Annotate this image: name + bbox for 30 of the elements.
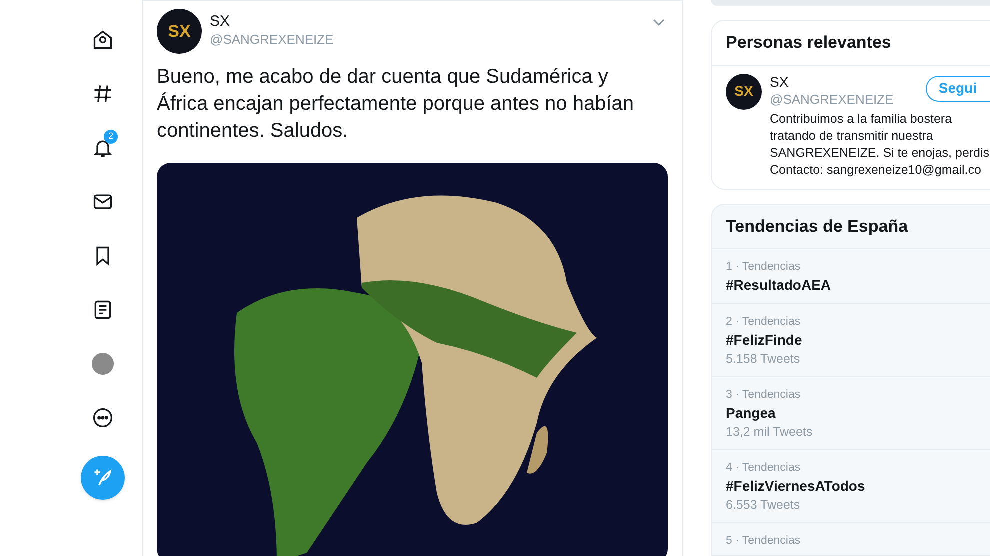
tweet-text: Bueno, me acabo de dar cuenta que Sudamérica y África encajan perfectamente porque antes no habían continentes. Saludos. [157, 65, 635, 144]
trend-tweet-count: 6.553 Tweets [726, 497, 800, 514]
hashtag-icon[interactable] [92, 83, 114, 105]
trend-context: 5 · Tendencias [726, 534, 801, 549]
trend-tweet-count: 13,2 mil Tweets [726, 424, 813, 441]
trend-name[interactable]: #ResultadoAEA [726, 275, 832, 295]
profile-avatar[interactable] [92, 353, 114, 375]
author-name[interactable]: SX [210, 13, 230, 31]
trend-context: 4 · Tendencias [726, 461, 801, 476]
trend-name[interactable]: #FelizFinde [726, 330, 802, 350]
card-title: Tendencias de España [712, 204, 990, 249]
trend-name[interactable]: Pangea [726, 403, 776, 423]
trend-tweet-count: 5.158 Tweets [726, 351, 800, 368]
trend-context: 3 · Tendencias [726, 388, 801, 403]
tweet-button[interactable] [81, 456, 125, 500]
bio-line: SANGREXENEIZE. Si te enojas, perdis [770, 144, 990, 162]
trend-context: 1 · Tendencias [726, 260, 801, 275]
bio-line: Contacto: sangrexeneize10@gmail.co [770, 162, 982, 178]
bio-line: Contribuimos a la familia bostera [770, 110, 954, 128]
more-icon[interactable] [92, 407, 114, 429]
card-title: Personas relevantes [712, 21, 990, 66]
list-icon[interactable] [92, 299, 114, 321]
bio-line: tratando de transmitir nuestra [770, 128, 934, 144]
home-icon[interactable] [92, 29, 114, 51]
avatar-logo[interactable]: SX [726, 74, 762, 110]
trend-name[interactable]: #FelizViernesATodos [726, 476, 866, 496]
avatar-logo[interactable]: SX [157, 9, 202, 54]
notification-badge: 2 [104, 130, 118, 144]
trend-context: 2 · Tendencias [726, 315, 801, 330]
person-name[interactable]: SX [770, 74, 894, 90]
